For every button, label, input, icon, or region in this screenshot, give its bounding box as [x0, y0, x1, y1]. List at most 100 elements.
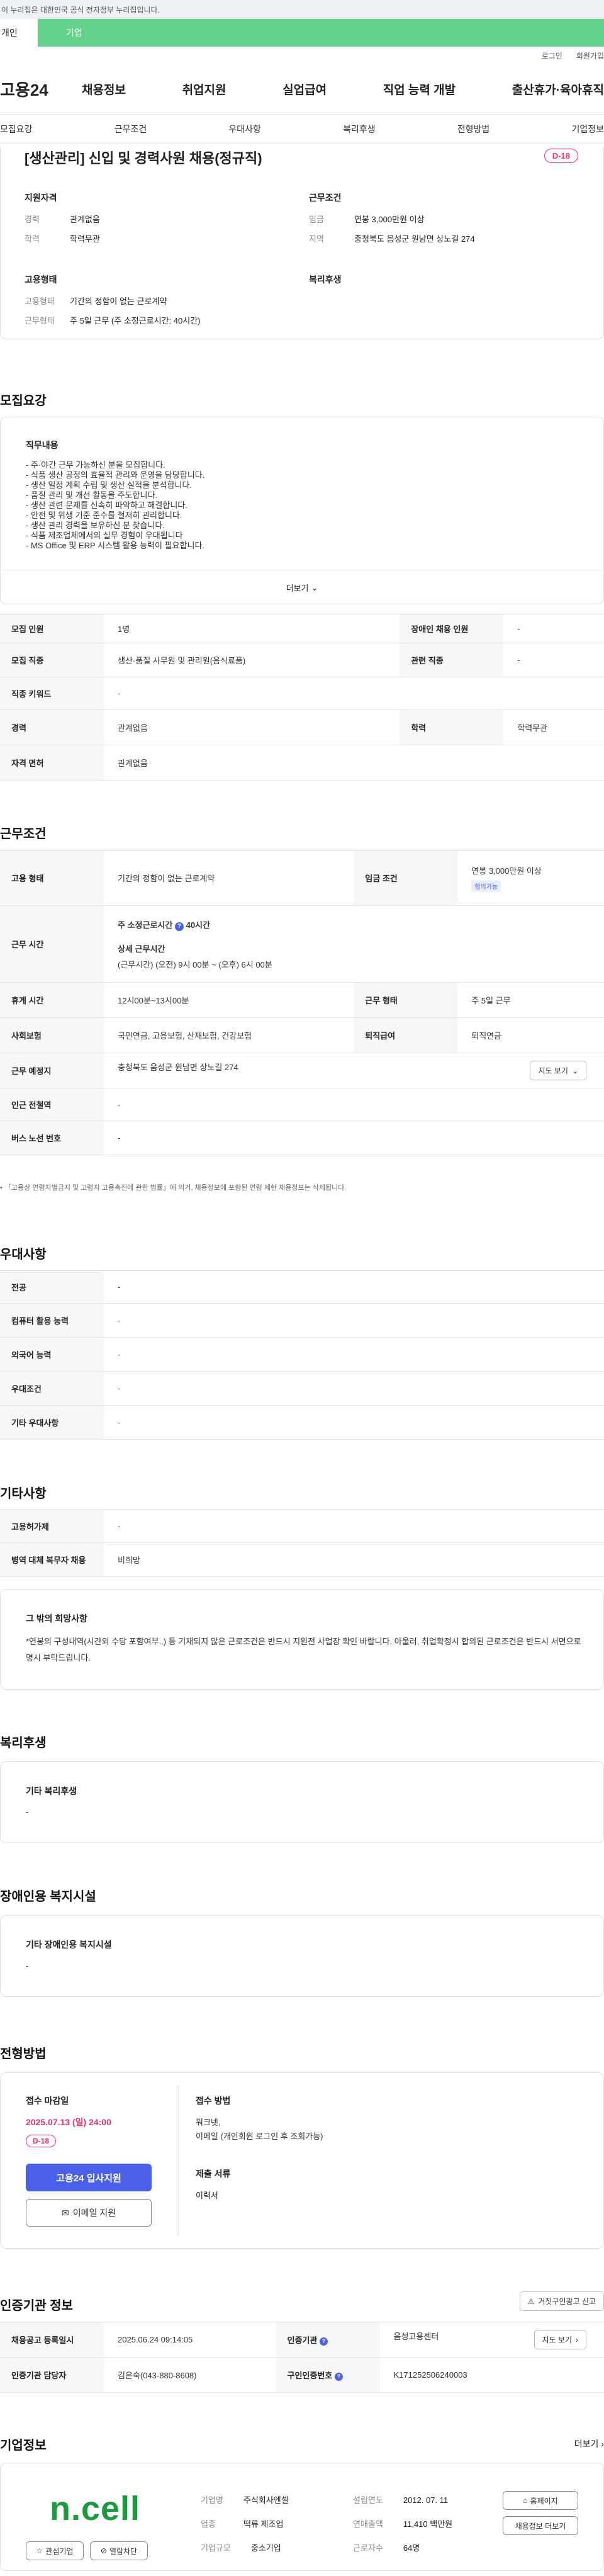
recruit-table: 모집 인원 1명 장애인 채용 인원 - 모집 직종 생산·품질 사무원 및 관리원(음…: [0, 614, 604, 781]
agency-table: 채용공고 등록일시 2025.06.24 09:14:05 인증기관 ? 음성고용센터…: [0, 2322, 604, 2393]
table-label: 관련 직종: [400, 643, 504, 677]
company-section-title: 기업정보: [0, 2439, 47, 2453]
duty-title: 직무내용: [26, 440, 59, 450]
info-icon[interactable]: ?: [174, 922, 184, 931]
deadline-value: 2025.07.13 (일) 24:00: [26, 2117, 111, 2127]
table-value: -: [503, 643, 604, 677]
table-value: -: [104, 1510, 604, 1543]
homepage-button[interactable]: ⌂ 홈페이지: [503, 2491, 578, 2510]
table-value: -: [104, 1088, 604, 1121]
chevron-down-icon: ⌄: [571, 1066, 578, 1075]
age-note: • 「고용상 연령차별금지 및 고령자 고용촉진에 관한 법률」에 의거, 채용…: [0, 1184, 347, 1192]
table-label: 학력: [400, 709, 504, 745]
welfare-sub: 기타 복리후생: [26, 1786, 77, 1796]
table-row: 전공 -: [0, 1270, 604, 1304]
emp-label: 근무형태: [25, 316, 55, 325]
gov-banner-text: 이 누리집은 대한민국 공식 전자정부 누리집입니다.: [1, 5, 160, 14]
block-icon: ⊘: [100, 2546, 107, 2555]
qual-value: 관계없음: [70, 215, 100, 224]
job-summary-card: [생산관리] 신입 및 경력사원 채용(정규직) D-18 지원자격 경력 관계없…: [0, 147, 604, 339]
table-value: 주 5일 근무: [457, 982, 604, 1018]
emp-label: 고용형태: [25, 297, 55, 306]
nav-employment-support[interactable]: 취업지원: [182, 81, 226, 98]
anchor-process[interactable]: 전형방법: [457, 123, 490, 135]
agency-map-button[interactable]: 지도 보기 ›: [534, 2330, 586, 2349]
table-value: -: [104, 1371, 604, 1406]
map-button[interactable]: 지도 보기 ⌄: [530, 1061, 586, 1080]
nav-job-skills[interactable]: 직업 능력 개발: [383, 81, 456, 98]
tab-company[interactable]: 기업: [38, 19, 604, 47]
table-label: 모집 직종: [0, 643, 104, 677]
table-label: 근무 예정지: [0, 1053, 104, 1088]
condition-block: 근무조건 임금 연봉 3,000만원 이상 지역 충청북도 음성군 원남면 상노길 …: [309, 191, 579, 244]
wage-value: 연봉 3,000만원 이상: [471, 866, 542, 876]
table-row: 자격 면허 관계없음: [0, 745, 604, 781]
nav-unemployment-benefit[interactable]: 실업급여: [282, 81, 327, 98]
top-tabs: 개인 기업: [0, 19, 604, 47]
info-icon[interactable]: ?: [334, 2373, 343, 2381]
gov-banner: 이 누리집은 대한민국 공식 전자정부 누리집입니다.: [0, 0, 604, 19]
company-more-link[interactable]: 더보기 ›: [574, 2438, 604, 2450]
anchor-work[interactable]: 근무조건: [115, 123, 147, 135]
anchor-recruit[interactable]: 모집요강: [0, 123, 33, 135]
nav-parental-leave[interactable]: 출산휴가·육아휴직: [512, 81, 604, 98]
table-value: 비희망: [104, 1542, 604, 1577]
process-dday-badge: D-18: [26, 2135, 57, 2147]
mail-icon: ✉: [61, 2207, 69, 2218]
recruit-section-title: 모집요강: [0, 394, 47, 408]
employment-block: 고용형태 고용형태 기간의 정함이 없는 근로계약 근무형태 주 5일 근무 (주 …: [25, 273, 289, 326]
qualification-title: 지원자격: [25, 193, 57, 203]
table-value: -: [104, 1270, 604, 1304]
table-row: 버스 노선 번호 -: [0, 1121, 604, 1155]
info-icon[interactable]: ?: [319, 2337, 328, 2346]
apply-button[interactable]: 고용24 입사지원: [26, 2164, 152, 2191]
table-label: 기타 우대사항: [0, 1405, 104, 1440]
star-icon: ☆: [36, 2546, 43, 2555]
utility-bar: 로그인 회원가입: [0, 47, 604, 64]
table-row: 모집 직종 생산·품질 사무원 및 관리원(음식료품) 관련 직종 -: [0, 643, 604, 677]
table-row: 고용허가제 -: [0, 1510, 604, 1543]
login-link[interactable]: 로그인: [542, 50, 562, 61]
tab-individual[interactable]: 개인: [0, 19, 38, 47]
site-logo[interactable]: 고용24: [0, 77, 82, 101]
table-row: 우대조건 -: [0, 1371, 604, 1406]
cond-value: 충청북도 음성군 원남면 상노길 274: [354, 234, 475, 244]
table-label: 사회보험: [0, 1017, 104, 1053]
more-button[interactable]: 더보기 ⌄: [1, 570, 603, 605]
table-value: 1명: [104, 614, 400, 643]
table-label: 인증기관 ?: [276, 2322, 380, 2358]
block-view-button[interactable]: ⊘ 열람차단: [90, 2541, 148, 2560]
table-label: 고용 형태: [0, 850, 104, 906]
duty-item: - 생산 일정 계획 수립 및 생산 실적을 분석합니다.: [26, 480, 193, 490]
process-section-title: 전형방법: [0, 2047, 47, 2061]
anchor-company[interactable]: 기업정보: [571, 123, 604, 135]
chevron-down-icon: ⌄: [311, 582, 318, 592]
company-info-col2: 설립연도 2012. 07. 11 연매출액 11,410 백만원 근로자수 64명: [353, 2495, 453, 2553]
join-link[interactable]: 회원가입: [576, 50, 604, 61]
table-row: 근무 시간 주 소정근로시간 ? 40시간 상세 근무시간 (근무시간) (오전) 9…: [0, 905, 604, 983]
table-row: 인증기관 담당자 김은숙(043-880-8608) 구인인증번호 ? K171252…: [0, 2357, 604, 2393]
welfare-title-summary: 복리후생: [309, 274, 342, 285]
method-value: 워크넷, 이메일 (개인회원 로그인 후 조회가능): [196, 2118, 323, 2141]
duty-item: - 생산 관련 문제를 신속히 파악하고 해결합니다.: [26, 500, 187, 510]
table-label: 구인인증번호 ?: [276, 2357, 380, 2393]
anchor-pref[interactable]: 우대사항: [228, 123, 261, 135]
table-row: 채용공고 등록일시 2025.06.24 09:14:05 인증기관 ? 음성고용센터…: [0, 2322, 604, 2358]
favorite-company-button[interactable]: ☆ 관심기업: [26, 2541, 84, 2560]
welfare-section-title: 복리후생: [0, 1736, 47, 1750]
table-value: -: [104, 1303, 604, 1338]
anchor-welfare[interactable]: 복리후생: [343, 123, 376, 135]
home-icon: ⌂: [523, 2496, 528, 2505]
divider: [178, 2086, 179, 2235]
report-false-ad-button[interactable]: ⚠ 거짓구인광고 신고: [519, 2291, 604, 2311]
pref-section-title: 우대사항: [0, 1248, 47, 1262]
table-value: 12시00분~13시00분: [104, 982, 354, 1018]
email-apply-button[interactable]: ✉ 이메일 지원: [26, 2199, 152, 2227]
duty-item: - 주·야간 근무 가능하신 분을 모집합니다.: [26, 460, 165, 470]
table-label: 버스 노선 번호: [0, 1121, 104, 1155]
company-jobs-button[interactable]: 채용정보 더보기: [503, 2516, 578, 2535]
table-value: 음성고용센터 지도 보기 ›: [379, 2322, 604, 2358]
work-section-title: 근무조건: [0, 827, 47, 841]
nav-jobs[interactable]: 채용정보: [82, 81, 126, 98]
disability-sub: 기타 장애인용 복지시설: [26, 1940, 112, 1950]
